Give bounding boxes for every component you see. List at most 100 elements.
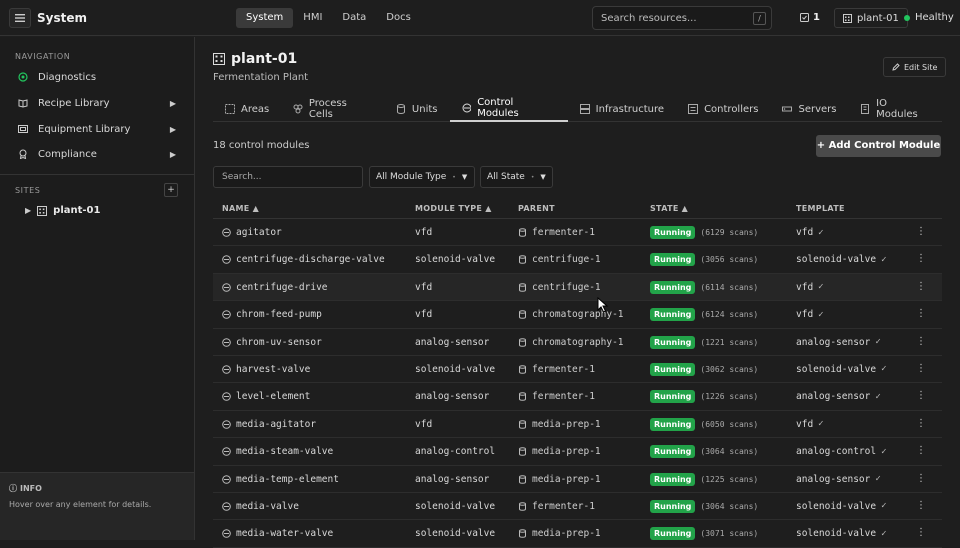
module-name[interactable]: centrifuge-discharge-valve <box>236 254 385 265</box>
parent-link[interactable]: media-prep-1 <box>532 528 601 539</box>
parent-link[interactable]: fermenter-1 <box>532 391 595 402</box>
col-state-header[interactable]: STATE ▲ <box>650 204 688 213</box>
name-cell: chrom-feed-pump <box>222 309 322 320</box>
cylinder-icon <box>519 337 526 347</box>
row-menu-icon[interactable]: ⋮ <box>916 309 926 319</box>
table-row[interactable]: agitator vfd fermenter-1 Running (6129 scans… <box>213 219 942 247</box>
table-row[interactable]: level-element analog-sensor fermenter-1 Run… <box>213 383 942 411</box>
search-input[interactable]: Search resources... / <box>592 6 772 30</box>
sidebar-item-diagnostics[interactable]: Diagnostics <box>0 65 194 89</box>
table-row[interactable]: centrifuge-drive vfd centrifuge-1 Running (6… <box>213 273 942 302</box>
parent-link[interactable]: chromatography-1 <box>532 309 624 320</box>
name-cell: media-steam-valve <box>222 446 333 457</box>
col-name-header[interactable]: NAME ▲ <box>222 204 259 213</box>
parent-link[interactable]: fermenter-1 <box>532 227 595 238</box>
table-row[interactable]: media-valve solenoid-valve fermenter-1 Runn… <box>213 493 942 521</box>
sidebar-item-compliance[interactable]: Compliance ▶ <box>0 142 194 166</box>
module-name[interactable]: media-steam-valve <box>236 446 333 457</box>
edit-site-button[interactable]: Edit Site <box>883 57 947 77</box>
expand-arrow-icon[interactable]: ▶ <box>170 150 176 159</box>
row-menu-icon[interactable]: ⋮ <box>916 227 926 237</box>
type-cell: solenoid-valve <box>415 254 495 265</box>
row-menu-icon[interactable]: ⋮ <box>916 363 926 374</box>
tab-servers[interactable]: Servers <box>770 96 848 122</box>
name-cell: centrifuge-discharge-valve <box>222 254 385 265</box>
parent-link[interactable]: fermenter-1 <box>532 501 595 512</box>
template-cell: vfd ✓ <box>796 227 824 238</box>
row-menu-icon[interactable]: ⋮ <box>916 254 926 264</box>
tab-io-modules[interactable]: IO Modules <box>848 96 942 122</box>
tab-infrastructure[interactable]: Infrastructure <box>568 96 676 122</box>
tab-units[interactable]: Units <box>384 96 450 122</box>
expand-arrow-icon[interactable]: ▶ <box>170 99 176 108</box>
table-row[interactable]: media-agitator vfd media-prep-1 Running (605… <box>213 411 942 439</box>
table-row[interactable]: chrom-uv-sensor analog-sensor chromatograp… <box>213 329 942 356</box>
name-cell: centrifuge-drive <box>222 282 328 293</box>
table-row[interactable]: media-temp-element analog-sensor media-pre… <box>213 466 942 493</box>
table-row[interactable]: chrom-feed-pump vfd chromatography-1 Runnin… <box>213 301 942 329</box>
module-name[interactable]: level-element <box>236 391 310 402</box>
nav-system[interactable]: System <box>236 8 294 28</box>
parent-link[interactable]: media-prep-1 <box>532 446 601 457</box>
info-panel: ⓘ INFO Hover over any element for detail… <box>0 472 194 540</box>
alerts-button[interactable]: 1 <box>800 12 820 23</box>
table-search-input[interactable]: Search... <box>213 166 363 188</box>
module-name[interactable]: agitator <box>236 227 282 238</box>
expand-arrow-icon[interactable]: ▶ <box>170 125 176 134</box>
check-icon: ✓ <box>881 364 887 375</box>
module-name[interactable]: chrom-uv-sensor <box>236 337 322 348</box>
row-menu-icon[interactable]: ⋮ <box>916 446 926 456</box>
add-site-button[interactable]: + <box>164 183 178 197</box>
parent-link[interactable]: centrifuge-1 <box>532 282 601 293</box>
table-row[interactable]: harvest-valve solenoid-valve fermenter-1 Ru… <box>213 356 942 384</box>
table-row[interactable]: media-water-valve solenoid-valve media-pre… <box>213 520 942 548</box>
module-name[interactable]: media-temp-element <box>236 474 339 485</box>
expand-caret-icon[interactable]: ▶ <box>25 206 31 215</box>
row-menu-icon[interactable]: ⋮ <box>916 473 926 484</box>
edit-site-label: Edit Site <box>904 62 938 72</box>
health-label: Healthy <box>915 12 954 23</box>
cylinder-icon <box>519 502 526 511</box>
row-menu-icon[interactable]: ⋮ <box>916 281 926 292</box>
pencil-icon <box>892 63 900 71</box>
state-select[interactable]: All State • ▼ <box>480 166 553 188</box>
type-cell: analog-sensor <box>415 474 489 485</box>
col-type-header[interactable]: MODULE TYPE ▲ <box>415 204 492 213</box>
nav-hmi[interactable]: HMI <box>293 8 332 28</box>
tab-controllers[interactable]: Controllers <box>676 96 770 122</box>
control-module-icon <box>222 447 231 456</box>
state-cell: Running (1225 scans) <box>650 472 758 486</box>
row-menu-icon[interactable]: ⋮ <box>916 528 926 538</box>
parent-link[interactable]: fermenter-1 <box>532 364 595 375</box>
site-selector[interactable]: plant-01 <box>834 8 908 28</box>
row-menu-icon[interactable]: ⋮ <box>916 500 926 511</box>
nav-data[interactable]: Data <box>332 8 376 28</box>
module-name[interactable]: centrifuge-drive <box>236 282 328 293</box>
tab-process-cells[interactable]: Process Cells <box>281 96 384 122</box>
control-module-icon <box>222 228 231 237</box>
row-menu-icon[interactable]: ⋮ <box>916 418 926 429</box>
module-name[interactable]: media-agitator <box>236 419 316 430</box>
parent-link[interactable]: media-prep-1 <box>532 474 601 485</box>
parent-link[interactable]: media-prep-1 <box>532 419 601 430</box>
module-name[interactable]: chrom-feed-pump <box>236 309 322 320</box>
parent-link[interactable]: centrifuge-1 <box>532 254 601 265</box>
table-row[interactable]: media-steam-valve analog-control media-pre… <box>213 438 942 466</box>
site-tree-item[interactable]: ▶ plant-01 <box>25 205 100 216</box>
sidebar-item-equipment-library[interactable]: Equipment Library ▶ <box>0 117 194 141</box>
row-menu-icon[interactable]: ⋮ <box>916 336 926 347</box>
nav-docs[interactable]: Docs <box>376 8 421 28</box>
add-control-module-button[interactable]: + Add Control Module <box>816 135 941 157</box>
module-name[interactable]: harvest-valve <box>236 364 310 375</box>
module-name[interactable]: media-valve <box>236 501 299 512</box>
parent-link[interactable]: chromatography-1 <box>532 337 624 348</box>
sidebar-item-recipe-library[interactable]: Recipe Library ▶ <box>0 91 194 115</box>
table-row[interactable]: centrifuge-discharge-valve solenoid-valve… <box>213 246 942 274</box>
tab-control-modules[interactable]: Control Modules <box>449 96 568 122</box>
module-type-select[interactable]: All Module Type • ▼ <box>369 166 475 188</box>
module-name[interactable]: media-water-valve <box>236 528 333 539</box>
type-cell: analog-control <box>415 446 495 457</box>
row-menu-icon[interactable]: ⋮ <box>916 391 926 401</box>
tab-areas[interactable]: Areas <box>213 96 281 122</box>
menu-button[interactable] <box>9 8 31 28</box>
